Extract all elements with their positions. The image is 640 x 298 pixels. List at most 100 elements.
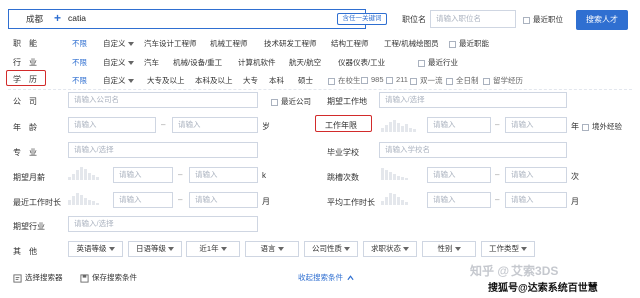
industry-option[interactable]: 仪器仪表/工业	[338, 57, 385, 68]
recent-position-checkbox[interactable]: 最近职位	[523, 14, 563, 25]
language-select[interactable]: 语言	[245, 241, 299, 257]
recent-year-select[interactable]: 近1年	[186, 241, 240, 257]
watermark-sohu: 搜狐号@达索系统百世慧	[488, 279, 598, 294]
industry-unlimited[interactable]: 不限	[72, 57, 87, 68]
education-check-fulltime[interactable]: 全日制	[446, 75, 479, 86]
recent-company-checkbox[interactable]: 最近公司	[271, 96, 311, 107]
work-years-from-input[interactable]: 请输入	[427, 117, 491, 133]
english-level-select[interactable]: 英语等级	[68, 241, 123, 257]
function-option[interactable]: 工程/机械绘图员	[384, 38, 439, 49]
education-unlimited[interactable]: 不限	[72, 75, 87, 86]
industry-option[interactable]: 计算机软件	[238, 57, 276, 68]
overseas-checkbox[interactable]: 境外经验	[582, 121, 622, 132]
age-to-input[interactable]: 请输入	[172, 117, 258, 133]
expected-industry-input[interactable]: 请输入/选择	[68, 216, 258, 232]
add-city-button[interactable]: +	[54, 11, 61, 25]
search-input[interactable]: catia	[68, 13, 86, 23]
divider	[8, 89, 632, 90]
work-years-to-input[interactable]: 请输入	[505, 117, 567, 133]
select-label: 英语等级	[76, 244, 107, 253]
job-hops-from-input[interactable]: 请输入	[427, 167, 491, 183]
function-option[interactable]: 结构工程师	[331, 38, 369, 49]
education-check-211[interactable]: 211	[386, 75, 408, 84]
recent-function-checkbox[interactable]: 最近职能	[449, 38, 489, 49]
function-custom[interactable]: 自定义	[103, 38, 134, 49]
chevron-up-icon	[347, 275, 354, 281]
function-option[interactable]: 机械工程师	[210, 38, 248, 49]
city-selector[interactable]: 成都	[26, 13, 43, 25]
recent-duration-from-input[interactable]: 请输入	[113, 192, 173, 208]
salary-from-input[interactable]: 请输入	[113, 167, 173, 183]
education-option[interactable]: 硕士	[298, 75, 313, 86]
industry-option[interactable]: 机械/设备/重工	[173, 57, 222, 68]
checkbox-icon	[361, 76, 368, 84]
job-status-select[interactable]: 求职状态	[363, 241, 417, 257]
checkbox-icon	[386, 76, 393, 84]
chevron-down-icon	[521, 247, 527, 252]
industry-custom[interactable]: 自定义	[103, 57, 134, 68]
education-check-overseas[interactable]: 留学经历	[483, 75, 523, 86]
overseas-label: 境外经验	[592, 122, 622, 131]
age-unit: 岁	[262, 122, 270, 131]
expected-salary-label: 期望月薪	[13, 173, 45, 182]
save-icon	[80, 273, 89, 283]
education-check-label: 双一流	[420, 76, 443, 85]
chevron-down-icon	[127, 79, 134, 84]
avg-duration-label: 平均工作时长	[327, 198, 375, 207]
age-from-input[interactable]: 请输入	[68, 117, 156, 133]
education-check-double-first[interactable]: 双一流	[410, 75, 443, 86]
education-check-label: 985	[371, 75, 384, 84]
recent-position-label: 最近职位	[533, 15, 563, 24]
recent-industry-checkbox[interactable]: 最近行业	[418, 57, 458, 68]
job-hops-unit: 次	[571, 172, 579, 181]
major-input[interactable]: 请输入/选择	[68, 142, 258, 158]
industry-option[interactable]: 航天/航空	[289, 57, 321, 68]
avg-duration-to-input[interactable]: 请输入	[505, 192, 567, 208]
search-talent-button[interactable]: 搜索人才	[576, 10, 628, 30]
education-option[interactable]: 大专及以上	[147, 75, 185, 86]
education-check-student[interactable]: 在校生	[328, 75, 361, 86]
school-label: 毕业学校	[327, 148, 359, 157]
education-option[interactable]: 本科及以上	[195, 75, 233, 86]
education-option[interactable]: 本科	[269, 75, 284, 86]
select-label: 日语等级	[136, 244, 166, 253]
company-type-select[interactable]: 公司性质	[304, 241, 358, 257]
save-conditions-button[interactable]: 保存搜索条件	[80, 272, 137, 283]
japanese-level-select[interactable]: 日语等级	[128, 241, 182, 257]
salary-to-input[interactable]: 请输入	[189, 167, 258, 183]
company-label: 公 司	[13, 97, 37, 106]
watermark-text: 艾索3DS	[511, 264, 559, 278]
job-hops-to-input[interactable]: 请输入	[505, 167, 567, 183]
recent-duration-label: 最近工作时长	[13, 198, 61, 207]
education-check-985[interactable]: 985	[361, 75, 384, 84]
education-custom-label: 自定义	[103, 76, 126, 85]
recent-duration-distribution	[68, 191, 99, 205]
position-input[interactable]: 请输入职位名	[430, 10, 516, 28]
chevron-down-icon	[127, 42, 134, 47]
search-bar	[8, 9, 366, 29]
collapse-conditions-button[interactable]: 收起搜索条件	[298, 272, 354, 283]
position-label: 职位名	[402, 15, 426, 24]
education-option[interactable]: 大专	[243, 75, 258, 86]
choose-searcher-button[interactable]: 选择搜索器	[13, 272, 63, 283]
range-dash: –	[495, 170, 500, 179]
function-option[interactable]: 汽车设计工程师	[144, 38, 197, 49]
job-type-select[interactable]: 工作类型	[481, 241, 535, 257]
industry-option[interactable]: 汽车	[144, 57, 159, 68]
function-custom-label: 自定义	[103, 39, 126, 48]
watermark-text: 搜狐号@	[488, 283, 528, 294]
company-input[interactable]: 请输入公司名	[68, 92, 258, 108]
function-unlimited[interactable]: 不限	[72, 38, 87, 49]
avg-duration-distribution	[381, 191, 408, 205]
recent-duration-to-input[interactable]: 请输入	[189, 192, 258, 208]
other-label: 其 他	[13, 247, 37, 256]
school-input[interactable]: 请输入学校名	[379, 142, 567, 158]
gender-select[interactable]: 性别	[422, 241, 476, 257]
avg-duration-from-input[interactable]: 请输入	[427, 192, 491, 208]
education-check-label: 在校生	[338, 76, 361, 85]
function-option[interactable]: 技术研发工程师	[264, 38, 317, 49]
education-custom[interactable]: 自定义	[103, 75, 134, 86]
keyword-mode-button[interactable]: 含任一关键词	[337, 13, 387, 25]
range-dash: –	[178, 170, 183, 179]
expected-location-input[interactable]: 请输入/选择	[379, 92, 567, 108]
